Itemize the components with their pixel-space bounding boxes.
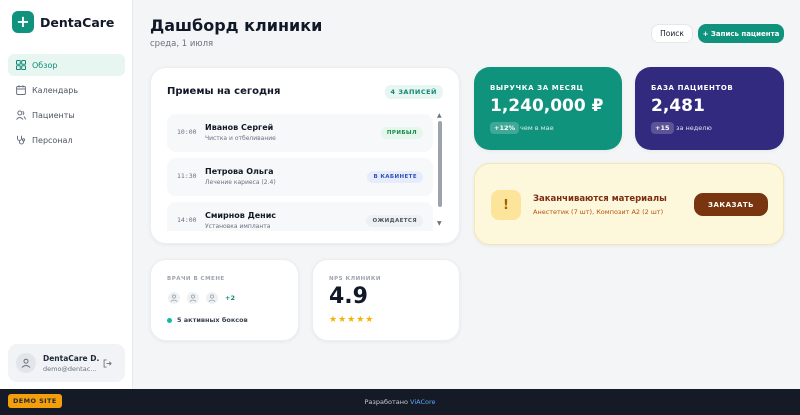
sidebar-item-label: Персонал (32, 135, 73, 145)
nps-value: 4.9 (329, 284, 368, 309)
user-email: demo@dentac... (43, 364, 97, 373)
more-doctors-count[interactable]: +2 (225, 294, 235, 302)
status-badge: ОЖИДАЕТСЯ (366, 215, 423, 227)
sidebar-item-label: Пациенты (32, 110, 75, 120)
star-rating: ★★★★★ (329, 315, 375, 325)
sidebar-item-staff[interactable]: Персонал (8, 129, 125, 151)
revenue-card: ВЫРУЧКА ЗА МЕСЯЦ 1,240,000 ₽ +12% чем в … (474, 67, 622, 150)
appointments-title: Приемы на сегодня (167, 86, 281, 97)
footer: DEMO SITE Разработано ViACore (0, 389, 800, 415)
user-card[interactable]: DentaCare D... demo@dentac... (8, 344, 125, 382)
active-boxes: 5 активных боксов (167, 316, 248, 324)
revenue-value: 1,240,000 ₽ (490, 96, 604, 116)
user-icon (189, 294, 197, 302)
logout-icon[interactable] (103, 358, 112, 368)
patients-value: 2,481 (651, 96, 705, 116)
doctors-label: ВРАЧИ В СМЕНЕ (167, 276, 225, 282)
footer-credit-text: Разработано (364, 398, 411, 406)
status-badge: В КАБИНЕТЕ (367, 171, 423, 183)
brand[interactable]: + DentaCare (12, 11, 114, 33)
alert-title: Заканчиваются материалы (533, 194, 667, 204)
user-icon (21, 358, 31, 368)
appointments-count-badge: 4 ЗАПИСЕЙ (384, 85, 443, 99)
revenue-delta-badge: +12% (490, 122, 520, 134)
footer-credit: Разработано ViACore (0, 398, 800, 406)
revenue-note: чем в мае (520, 124, 554, 132)
user-icon (208, 294, 216, 302)
patient-name: Смирнов Денис (205, 211, 277, 220)
page-title: Дашборд клиники (150, 16, 323, 35)
doctor-avatars: +2 (167, 291, 235, 305)
nps-card: NPS КЛИНИКИ 4.9 ★★★★★ (312, 259, 460, 341)
list-item[interactable]: 14:00 Смирнов Денис Установка импланта О… (167, 202, 433, 231)
doctors-card: ВРАЧИ В СМЕНЕ +2 5 активных боксов (150, 259, 299, 341)
patients-card: БАЗА ПАЦИЕНТОВ 2,481 +15 за неделю (635, 67, 784, 150)
footer-link[interactable]: ViACore (410, 398, 436, 406)
sidebar-nav: Обзор Календарь Пациенты Персонал (8, 54, 125, 154)
patients-delta-badge: +15 (651, 122, 674, 134)
grid-icon (16, 60, 26, 70)
calendar-icon (16, 85, 26, 95)
add-patient-button[interactable]: + Запись пациента (698, 24, 784, 43)
scroll-down-icon[interactable]: ▼ (437, 221, 442, 227)
avatar[interactable] (167, 291, 181, 305)
user-info: DentaCare D... demo@dentac... (43, 354, 99, 373)
scroll-thumb[interactable] (438, 121, 442, 207)
warning-icon: ! (491, 190, 521, 220)
scrollbar[interactable]: ▲ ▼ (436, 113, 444, 228)
status-badge: ПРИБЫЛ (380, 127, 423, 139)
avatar[interactable] (186, 291, 200, 305)
procedure: Чистка и отбеливание (205, 135, 276, 142)
appointment-time: 10:00 (177, 128, 197, 136)
search-button[interactable]: Поиск (651, 24, 693, 43)
revenue-label: ВЫРУЧКА ЗА МЕСЯЦ (490, 84, 584, 92)
patient-name: Петрова Ольга (205, 167, 274, 176)
sidebar: + DentaCare Обзор Календарь Пациенты Пер… (0, 0, 133, 389)
active-boxes-text: 5 активных боксов (177, 316, 248, 324)
patients-note: за неделю (676, 124, 712, 132)
alert-text: Анестетик (7 шт), Композит А2 (2 шт) (533, 208, 664, 216)
avatar (16, 353, 36, 373)
users-icon (16, 110, 26, 120)
scroll-up-icon[interactable]: ▲ (437, 113, 442, 119)
patient-name: Иванов Сергей (205, 123, 274, 132)
appointments-card: Приемы на сегодня 4 ЗАПИСЕЙ 10:00 Иванов… (150, 67, 460, 244)
appointment-time: 11:30 (177, 172, 197, 180)
stethoscope-icon (17, 135, 26, 145)
plus-logo-icon: + (12, 11, 34, 33)
sidebar-item-patients[interactable]: Пациенты (8, 104, 125, 126)
appointment-time: 14:00 (177, 216, 197, 224)
low-stock-alert: ! Заканчиваются материалы Анестетик (7 ш… (474, 163, 784, 245)
nps-label: NPS КЛИНИКИ (329, 276, 381, 282)
sidebar-item-label: Календарь (32, 85, 79, 95)
brand-name: DentaCare (40, 14, 115, 30)
page-date: среда, 1 июля (150, 39, 214, 49)
sidebar-item-calendar[interactable]: Календарь (8, 79, 125, 101)
patients-label: БАЗА ПАЦИЕНТОВ (651, 84, 734, 92)
sidebar-item-overview[interactable]: Обзор (8, 54, 125, 76)
status-dot-icon (167, 317, 172, 323)
user-icon (170, 294, 178, 302)
sidebar-item-label: Обзор (32, 60, 58, 70)
avatar[interactable] (205, 291, 219, 305)
order-button[interactable]: ЗАКАЗАТЬ (694, 193, 768, 216)
list-item[interactable]: 11:30 Петрова Ольга Лечение кариеса (2.4… (167, 158, 433, 196)
user-name: DentaCare D... (43, 353, 99, 363)
appointment-list[interactable]: 10:00 Иванов Сергей Чистка и отбеливание… (167, 114, 433, 231)
list-item[interactable]: 10:00 Иванов Сергей Чистка и отбеливание… (167, 114, 433, 152)
procedure: Установка импланта (205, 223, 271, 230)
procedure: Лечение кариеса (2.4) (205, 179, 276, 186)
